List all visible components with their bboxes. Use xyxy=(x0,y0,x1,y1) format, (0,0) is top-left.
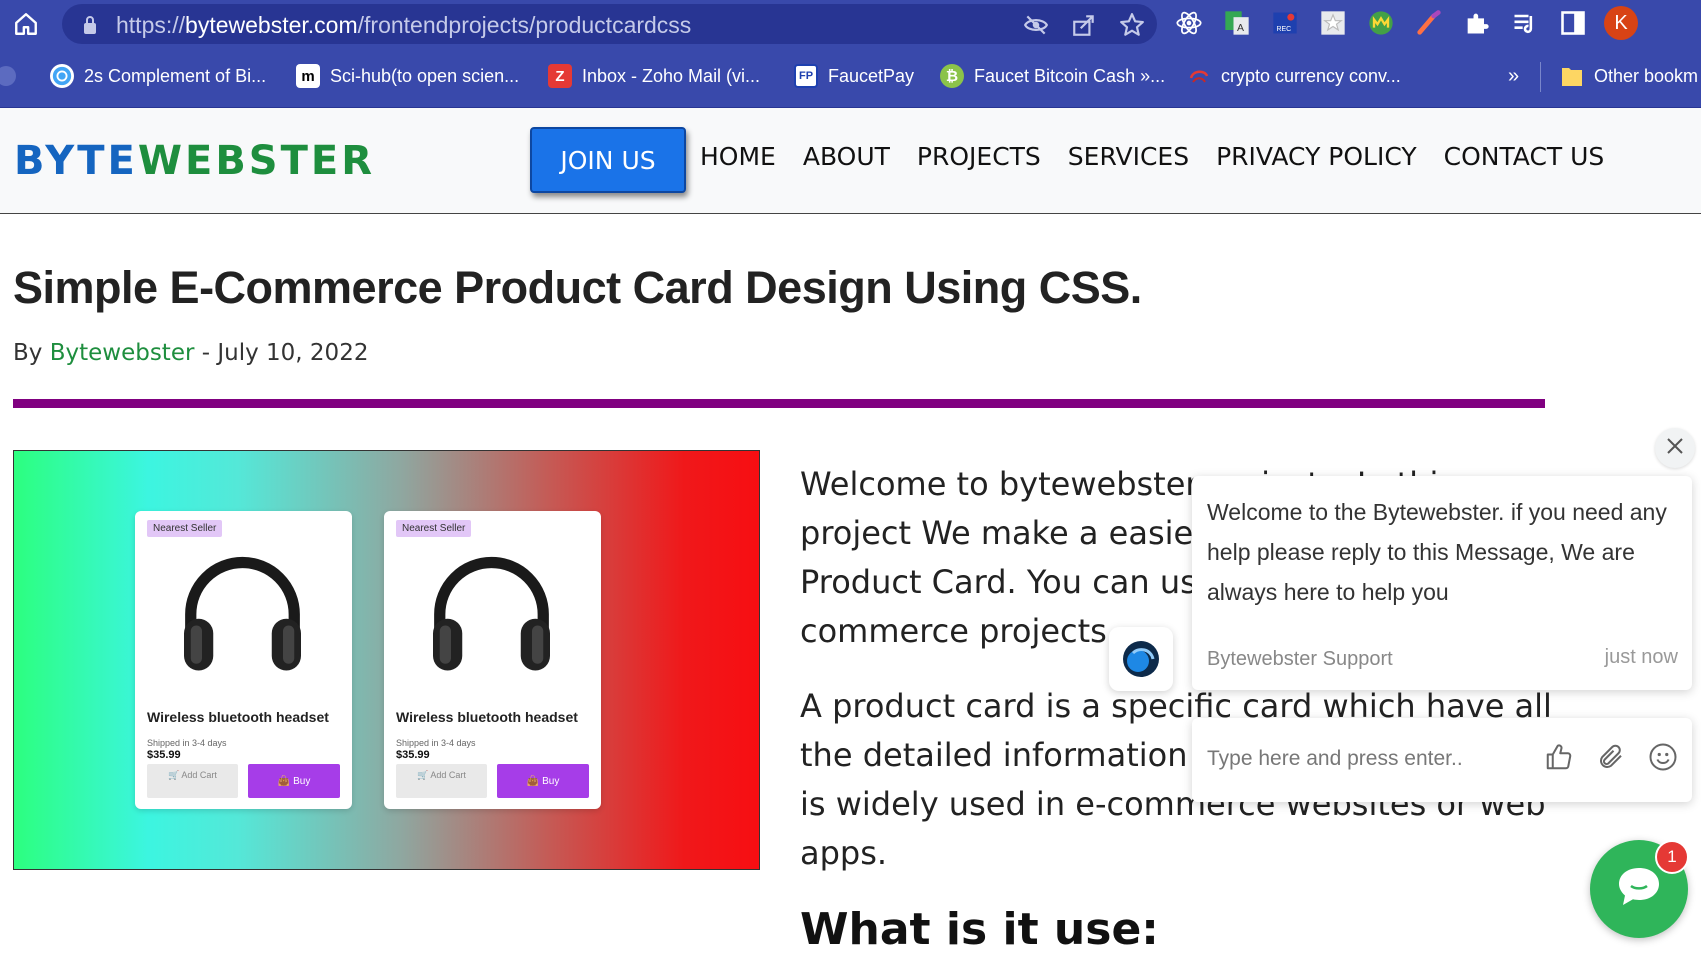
thumbs-up-icon[interactable] xyxy=(1544,742,1574,776)
lock-icon xyxy=(82,15,98,39)
svg-text:A: A xyxy=(1237,22,1244,34)
headphones-image xyxy=(424,549,559,689)
bookmark-item[interactable]: 2s Complement of Bi... xyxy=(50,60,266,92)
chat-message-input[interactable] xyxy=(1207,740,1517,778)
browser-toolbar: https://bytewebster.com/frontendprojects… xyxy=(0,0,1701,46)
chat-bubble-icon xyxy=(1615,864,1663,914)
eye-off-icon[interactable] xyxy=(1023,12,1049,42)
emoji-icon[interactable] xyxy=(1648,742,1678,776)
product-card: Nearest Seller Wireless bluetooth headse… xyxy=(135,511,352,809)
add-to-cart-button: 🛒 Add Cart xyxy=(147,764,238,798)
attachment-icon[interactable] xyxy=(1596,742,1626,776)
globe-icon xyxy=(50,64,74,88)
side-panel-icon[interactable] xyxy=(1556,6,1590,40)
author-link[interactable]: Bytewebster xyxy=(50,340,195,366)
cart-icon: 🛒 xyxy=(417,770,429,780)
chat-close-button[interactable] xyxy=(1655,428,1695,468)
star-icon[interactable] xyxy=(1119,12,1145,42)
home-icon[interactable] xyxy=(10,8,42,40)
cart-icon: 🛒 xyxy=(168,770,180,780)
shipping-info: Shipped in 3-4 days xyxy=(396,738,476,748)
join-us-button[interactable]: JOIN US xyxy=(530,127,686,193)
chat-message-bubble: Welcome to the Bytewebster. if you need … xyxy=(1192,476,1692,690)
apps-globe-icon[interactable] xyxy=(0,62,22,94)
crypto-icon xyxy=(1187,64,1211,88)
z-logo-icon: Z xyxy=(548,64,572,88)
byline: By Bytewebster - July 10, 2022 xyxy=(13,340,369,366)
address-bar[interactable]: https://bytewebster.com/frontendprojects… xyxy=(62,4,1157,44)
site-logo[interactable]: BYTEWEBSTER xyxy=(14,138,375,184)
chat-message-text: Welcome to the Bytewebster. if you need … xyxy=(1207,499,1667,605)
bookmarks-overflow-button[interactable]: » xyxy=(1508,60,1519,92)
product-card: Nearest Seller Wireless bluetooth headse… xyxy=(384,511,601,809)
support-avatar xyxy=(1109,627,1173,691)
react-devtools-icon[interactable] xyxy=(1172,6,1206,40)
bag-icon: 👜 xyxy=(277,775,291,787)
bitcoin-icon: ₿ xyxy=(940,64,964,88)
bookmarks-bar: 2s Complement of Bi... m Sci-hub(to open… xyxy=(0,46,1701,108)
svg-text:REC: REC xyxy=(1276,26,1291,33)
nav-projects[interactable]: PROJECTS xyxy=(917,142,1041,171)
share-icon[interactable] xyxy=(1071,12,1097,42)
m-logo-icon: m xyxy=(296,64,320,88)
folder-icon xyxy=(1560,64,1584,88)
nav-contact-us[interactable]: CONTACT US xyxy=(1444,142,1605,171)
shipping-info: Shipped in 3-4 days xyxy=(147,738,227,748)
add-to-cart-button: 🛒 Add Cart xyxy=(396,764,487,798)
profile-avatar[interactable]: K xyxy=(1604,6,1638,40)
chat-sender: Bytewebster Support xyxy=(1207,648,1393,670)
product-name: Wireless bluetooth headset xyxy=(396,709,578,725)
color-picker-icon[interactable] xyxy=(1412,6,1446,40)
bookmarks-separator xyxy=(1540,62,1541,92)
unread-badge: 1 xyxy=(1655,840,1689,874)
nav-home[interactable]: HOME xyxy=(700,142,776,171)
title-divider xyxy=(13,399,1545,408)
chat-timestamp: just now xyxy=(1604,646,1678,668)
product-price: $35.99 xyxy=(147,749,181,761)
main-nav: HOME ABOUT PROJECTS SERVICES PRIVACY POL… xyxy=(700,142,1604,171)
extensions-puzzle-icon[interactable] xyxy=(1460,6,1494,40)
url-text: https://bytewebster.com/frontendprojects… xyxy=(116,12,692,38)
fp-logo-icon: FP xyxy=(794,64,818,88)
page-title: Simple E-Commerce Product Card Design Us… xyxy=(13,262,1142,313)
bookmark-item[interactable]: FP FaucetPay xyxy=(794,60,914,92)
nav-privacy-policy[interactable]: PRIVACY POLICY xyxy=(1216,142,1417,171)
site-header: BYTEWEBSTER JOIN US HOME ABOUT PROJECTS … xyxy=(0,108,1701,214)
other-bookmarks-folder[interactable]: Other bookm xyxy=(1560,60,1698,92)
post-date: July 10, 2022 xyxy=(217,340,369,366)
bookmark-star-icon[interactable] xyxy=(1316,6,1350,40)
buy-button: 👜 Buy xyxy=(248,764,340,798)
translate-icon[interactable]: A xyxy=(1220,6,1254,40)
section-heading: What is it use: xyxy=(800,904,1159,955)
bag-icon: 👜 xyxy=(526,775,540,787)
seller-badge: Nearest Seller xyxy=(147,520,223,537)
close-icon xyxy=(1666,437,1684,459)
bookmark-item[interactable]: ₿ Faucet Bitcoin Cash »... xyxy=(940,60,1165,92)
chat-input-box xyxy=(1192,718,1692,802)
nav-services[interactable]: SERVICES xyxy=(1068,142,1189,171)
bookmark-item[interactable]: m Sci-hub(to open scien... xyxy=(296,60,519,92)
product-name: Wireless bluetooth headset xyxy=(147,709,329,725)
seller-badge: Nearest Seller xyxy=(396,520,472,537)
product-price: $35.99 xyxy=(396,749,430,761)
hero-image: Nearest Seller Wireless bluetooth headse… xyxy=(13,450,760,870)
nav-about[interactable]: ABOUT xyxy=(803,142,890,171)
buy-button: 👜 Buy xyxy=(497,764,589,798)
media-control-icon[interactable] xyxy=(1508,6,1542,40)
headphones-image xyxy=(175,549,310,689)
metamask-like-icon[interactable] xyxy=(1364,6,1398,40)
bookmark-item[interactable]: crypto currency conv... xyxy=(1187,60,1401,92)
screen-recorder-icon[interactable]: REC xyxy=(1268,6,1302,40)
bookmark-item[interactable]: Z Inbox - Zoho Mail (vi... xyxy=(548,60,760,92)
